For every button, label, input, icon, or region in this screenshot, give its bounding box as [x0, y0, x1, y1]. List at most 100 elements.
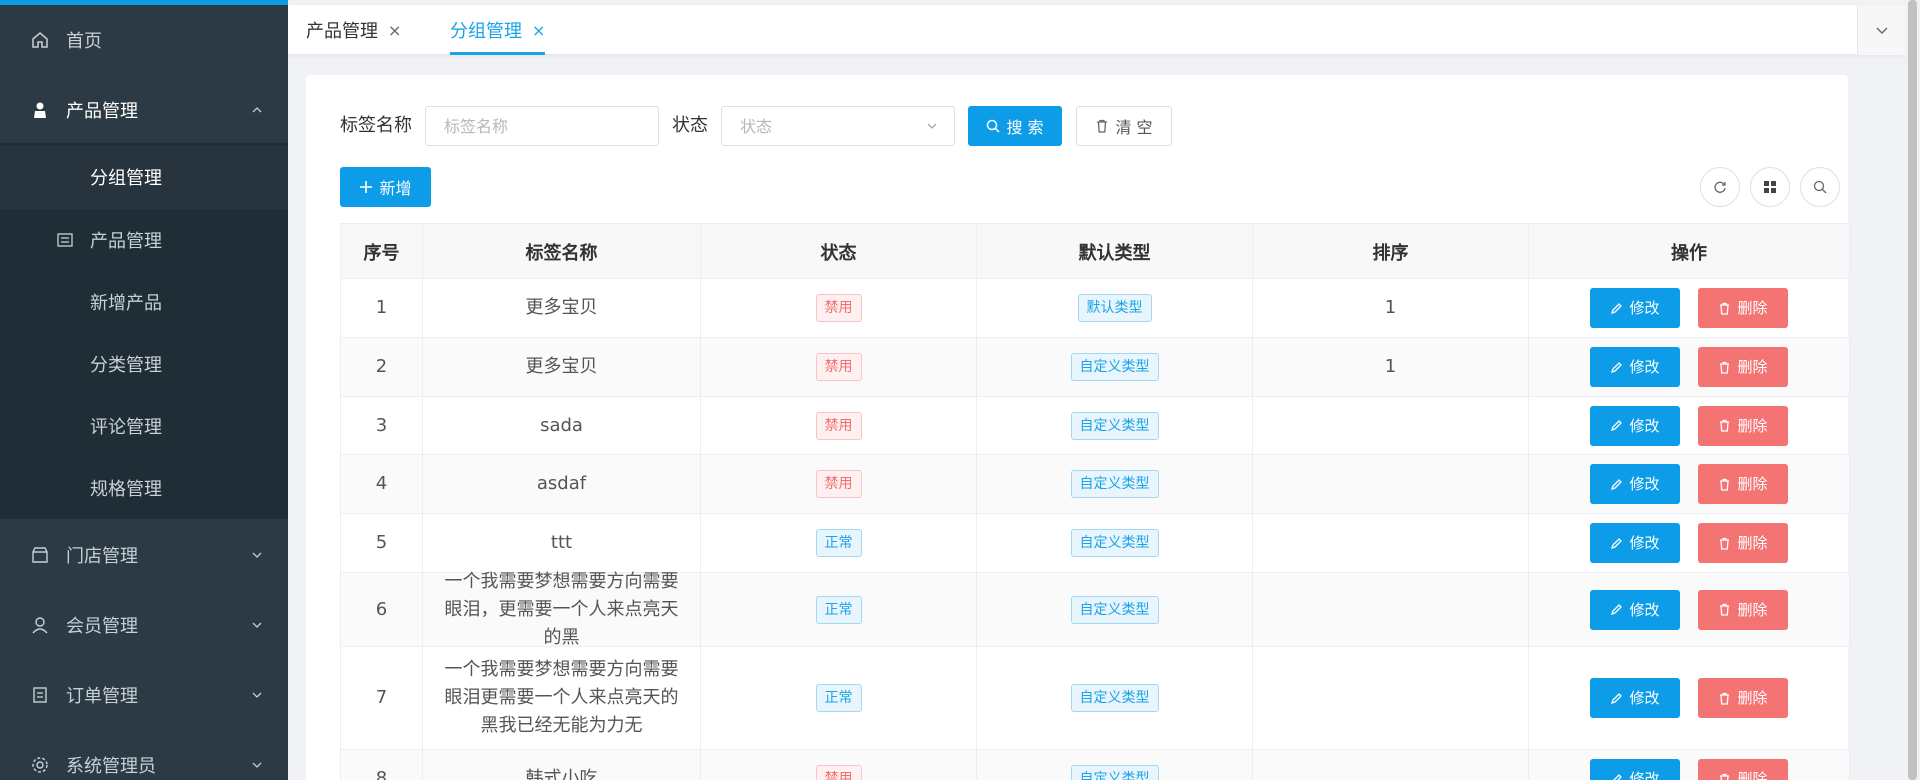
edit-button-label: 修改 — [1629, 600, 1660, 619]
delete-button[interactable]: 删除 — [1698, 589, 1788, 630]
table-row: 3 sada 禁用 自定义类型 修改 删除 — [340, 397, 1850, 455]
edit-icon — [1610, 537, 1623, 550]
sidebar-subitem-comments[interactable]: 评论管理 — [0, 395, 288, 457]
cell-tag-name: asdaf — [423, 455, 701, 513]
cell-index: 2 — [341, 338, 423, 396]
tag-name-input[interactable] — [425, 106, 659, 146]
column-header: 排序 — [1253, 224, 1529, 280]
tab-product-management[interactable]: 产品管理 × — [306, 5, 401, 55]
trash-icon — [1718, 419, 1731, 432]
edit-button[interactable]: 修改 — [1590, 464, 1680, 504]
chevron-down-icon — [252, 622, 262, 628]
add-button[interactable]: 新增 — [340, 167, 431, 207]
edit-icon — [1610, 603, 1623, 616]
sidebar-subitem-category[interactable]: 分类管理 — [0, 333, 288, 395]
delete-button-label: 删除 — [1737, 416, 1768, 435]
status-badge: 正常 — [815, 684, 862, 712]
column-header: 操作 — [1671, 243, 1707, 264]
sidebar-subitem-add-product[interactable]: 新增产品 — [0, 271, 288, 333]
delete-button[interactable]: 删除 — [1698, 678, 1788, 718]
delete-button[interactable]: 删除 — [1698, 288, 1788, 328]
cell-status: 禁用 — [701, 455, 977, 513]
scrollbar-thumb[interactable] — [1908, 0, 1917, 780]
delete-button-label: 删除 — [1737, 534, 1768, 552]
sidebar-subitem-products[interactable]: 产品管理 — [0, 209, 288, 271]
clear-button[interactable]: 清 空 — [1076, 106, 1172, 146]
close-icon[interactable]: × — [388, 21, 401, 40]
type-badge: 自定义类型 — [1070, 595, 1159, 624]
delete-button[interactable]: 删除 — [1698, 523, 1788, 563]
trash-icon — [1718, 537, 1731, 550]
sidebar-item-orders[interactable]: 订单管理 — [0, 660, 288, 730]
sidebar-item-products[interactable]: 产品管理 — [0, 75, 288, 145]
status-badge: 禁用 — [815, 411, 862, 440]
edit-button[interactable]: 修改 — [1590, 678, 1680, 718]
search-button-label: 搜 索 — [1006, 118, 1044, 137]
cell-index: 8 — [341, 750, 423, 780]
sidebar-item-members[interactable]: 会员管理 — [0, 590, 288, 660]
sidebar-item-stores[interactable]: 门店管理 — [0, 520, 288, 590]
edit-button[interactable]: 修改 — [1590, 347, 1680, 387]
cell-index: 6 — [341, 573, 423, 646]
sidebar-subitem-specs[interactable]: 规格管理 — [0, 457, 288, 519]
sidebar-item-admins[interactable]: 系统管理员 — [0, 730, 288, 780]
sidebar-item-home[interactable]: 首页 — [0, 5, 288, 75]
trash-icon — [1718, 773, 1731, 780]
tag-name-label: 标签名称 — [340, 115, 412, 136]
cell-default-type: 自定义类型 — [977, 750, 1253, 780]
cell-default-type: 自定义类型 — [977, 514, 1253, 572]
search-icon — [986, 119, 1000, 133]
edit-button[interactable]: 修改 — [1590, 589, 1680, 630]
status-select[interactable] — [721, 106, 955, 146]
cell-status: 正常 — [701, 647, 977, 749]
cell-index: 7 — [341, 647, 423, 749]
cell-index: 3 — [341, 397, 423, 454]
page-scrollbar[interactable] — [1905, 0, 1920, 780]
edit-button[interactable]: 修改 — [1590, 288, 1680, 328]
chevron-down-icon — [927, 123, 937, 129]
search-icon — [1813, 180, 1827, 194]
delete-button[interactable]: 删除 — [1698, 347, 1788, 387]
list-icon — [57, 233, 73, 247]
tab-group-management[interactable]: 分组管理 × — [450, 5, 546, 55]
type-badge: 默认类型 — [1077, 294, 1152, 322]
cell-sort — [1253, 397, 1529, 454]
cell-tag-name: 更多宝贝 — [423, 279, 701, 337]
edit-button[interactable]: 修改 — [1590, 523, 1680, 563]
edit-button-label: 修改 — [1629, 416, 1660, 435]
close-icon[interactable]: × — [532, 21, 545, 40]
cell-index: 5 — [341, 514, 423, 572]
delete-button[interactable]: 删除 — [1698, 759, 1788, 780]
status-badge: 正常 — [815, 595, 862, 624]
delete-button[interactable]: 删除 — [1698, 464, 1788, 504]
type-badge: 自定义类型 — [1070, 470, 1159, 498]
tab-bar: 产品管理 × 分组管理 × — [288, 5, 1905, 55]
cell-tag-name: sada — [423, 397, 701, 454]
sidebar-subitem-label: 规格管理 — [90, 479, 162, 500]
trash-icon — [1718, 603, 1731, 616]
sidebar-subitem-label: 新增产品 — [90, 293, 162, 314]
search-button[interactable]: 搜 索 — [968, 106, 1062, 146]
toggle-search-button[interactable] — [1800, 167, 1840, 207]
cell-actions: 修改 删除 — [1529, 279, 1849, 337]
type-badge: 自定义类型 — [1070, 684, 1159, 712]
edit-button[interactable]: 修改 — [1590, 405, 1680, 446]
cell-tag-name: ttt — [423, 514, 701, 572]
sidebar-item-label: 门店管理 — [66, 546, 138, 567]
delete-button[interactable]: 删除 — [1698, 405, 1788, 446]
refresh-icon — [1714, 181, 1726, 193]
sidebar-subitem-group[interactable]: 分组管理 — [0, 145, 288, 209]
type-badge: 自定义类型 — [1070, 529, 1159, 557]
columns-button[interactable] — [1750, 167, 1790, 207]
edit-button[interactable]: 修改 — [1590, 759, 1680, 780]
chevron-down-icon — [1876, 27, 1887, 34]
status-badge: 禁用 — [815, 294, 862, 322]
type-badge: 自定义类型 — [1070, 411, 1159, 440]
cell-sort — [1253, 573, 1529, 646]
chevron-up-icon — [252, 107, 262, 113]
tab-more-button[interactable] — [1857, 5, 1905, 55]
refresh-button[interactable] — [1700, 167, 1740, 207]
cell-actions: 修改 删除 — [1529, 647, 1849, 749]
sidebar-subitem-label: 分类管理 — [90, 355, 162, 376]
table-row: 2 更多宝贝 禁用 自定义类型 1 修改 删除 — [340, 338, 1850, 397]
